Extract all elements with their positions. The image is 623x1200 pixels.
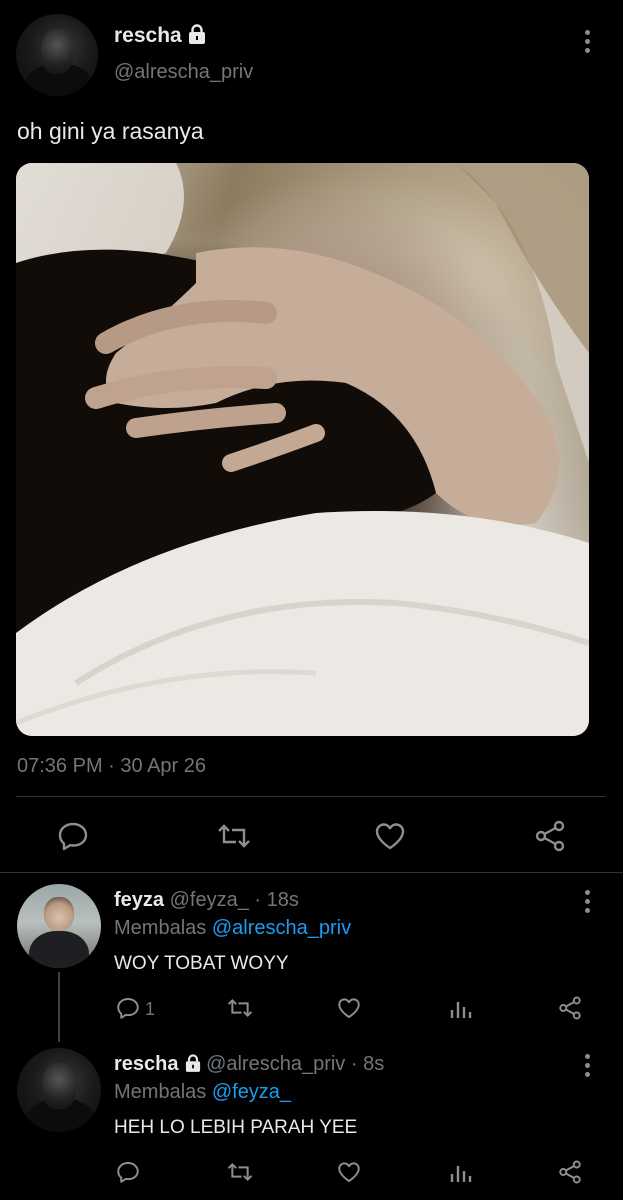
analytics-icon[interactable] [450, 1162, 472, 1184]
retweet-icon[interactable] [227, 997, 253, 1019]
more-options-icon[interactable] [585, 1054, 591, 1081]
divider [0, 872, 623, 873]
replying-to-link[interactable]: @feyza_ [212, 1081, 291, 1103]
reply-icon[interactable] [116, 996, 140, 1020]
share-icon[interactable] [558, 996, 582, 1020]
more-options-icon[interactable] [585, 890, 591, 917]
tweet-photo[interactable] [16, 163, 589, 736]
author-line: rescha [114, 24, 206, 50]
replying-to: Membalas @feyza_ [114, 1081, 291, 1104]
share-icon[interactable] [534, 820, 566, 852]
reply-time[interactable]: · 18s [254, 889, 298, 911]
divider [16, 796, 606, 797]
retweet-icon[interactable] [217, 822, 251, 850]
share-icon[interactable] [558, 1160, 582, 1184]
replying-to: Membalas @alrescha_priv [114, 917, 351, 940]
avatar[interactable] [17, 884, 101, 968]
more-options-icon[interactable] [585, 30, 591, 57]
reply-count: 1 [145, 999, 156, 1019]
lock-icon [185, 1054, 201, 1078]
like-icon[interactable] [374, 821, 406, 851]
reply-author-handle[interactable]: @feyza_ [170, 889, 249, 911]
replying-to-link[interactable]: @alrescha_priv [212, 917, 351, 939]
avatar[interactable] [17, 1048, 101, 1132]
reply-author-name[interactable]: feyza [114, 889, 164, 911]
author-name[interactable]: rescha [114, 24, 182, 47]
thread-line [58, 972, 60, 1042]
reply-header: feyza @feyza_ · 18s [114, 889, 299, 912]
reply-text: HEH LO LEBIH PARAH YEE [114, 1117, 358, 1138]
like-icon[interactable] [337, 996, 361, 1020]
reply-icon[interactable] [116, 1160, 140, 1184]
like-icon[interactable] [337, 1160, 361, 1184]
lock-icon [188, 24, 206, 50]
reply-author-handle[interactable]: @alrescha_priv [206, 1053, 345, 1075]
tweet-timestamp[interactable]: 07:36 PM · 30 Apr 26 [17, 755, 206, 778]
author-handle[interactable]: @alrescha_priv [114, 61, 253, 84]
avatar[interactable] [16, 14, 98, 96]
reply-text: WOY TOBAT WOYY [114, 953, 289, 974]
reply-author-name[interactable]: rescha [114, 1053, 179, 1075]
replying-prefix: Membalas [114, 1081, 207, 1103]
tweet-text: oh gini ya rasanya [17, 118, 204, 144]
reply-icon[interactable] [57, 821, 89, 851]
reply-time[interactable]: · 8s [351, 1053, 384, 1075]
reply-header: rescha @alrescha_priv · 8s [114, 1053, 384, 1078]
replying-prefix: Membalas [114, 917, 207, 939]
retweet-icon[interactable] [227, 1161, 253, 1183]
analytics-icon[interactable] [450, 998, 472, 1020]
